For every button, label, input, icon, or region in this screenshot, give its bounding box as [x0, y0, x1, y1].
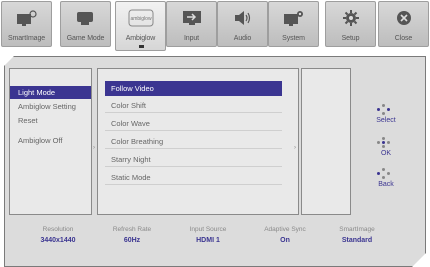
- status-bar: Resolution 3440x1440 Refresh Rate 60Hz I…: [20, 226, 400, 250]
- menu-item-follow-video[interactable]: Follow Video: [105, 81, 282, 96]
- joystick-left-right-icon: [360, 104, 412, 116]
- status-adaptive-sync: Adaptive Sync On: [247, 226, 323, 244]
- menu-item-starry-night[interactable]: Starry Night: [105, 152, 282, 167]
- tab-label: Close: [394, 35, 413, 42]
- tab-label: System: [282, 35, 305, 42]
- tab-system[interactable]: System: [268, 1, 319, 47]
- menu-item-color-wave[interactable]: Color Wave: [105, 116, 282, 131]
- control-hint-select: Select: [360, 104, 412, 124]
- ambiglow-icon: ambiglow: [116, 8, 165, 28]
- tab-audio[interactable]: Audio: [217, 1, 268, 47]
- smartimage-icon: [2, 8, 51, 28]
- menu-level2: Follow Video Color Shift Color Wave Colo…: [97, 68, 299, 215]
- menu-level1: Light Mode Ambiglow Setting Reset Ambigl…: [9, 68, 95, 215]
- tab-label: Input: [183, 35, 200, 42]
- status-smartimage: SmartImage Standard: [319, 226, 395, 244]
- status-key: Adaptive Sync: [264, 226, 306, 233]
- menu-item-color-shift[interactable]: Color Shift: [105, 98, 282, 113]
- tab-label: Setup: [341, 35, 360, 42]
- gamepad-icon: [61, 8, 110, 28]
- status-value: On: [280, 237, 290, 244]
- status-key: Input Source: [189, 226, 227, 233]
- status-key: SmartImage: [339, 226, 375, 233]
- menu-item-ambiglow-setting[interactable]: Ambiglow Setting: [10, 100, 91, 113]
- joystick-press-icon: [360, 137, 412, 149]
- menu-item-light-mode[interactable]: Light Mode: [10, 86, 91, 99]
- chevron-right-icon: ›: [294, 145, 296, 151]
- tab-label: Audio: [233, 35, 252, 42]
- tab-input[interactable]: Input: [166, 1, 217, 47]
- input-icon: [167, 8, 216, 28]
- tab-label: Game Mode: [66, 35, 105, 42]
- control-hint-ok: OK: [360, 137, 412, 157]
- tab-setup[interactable]: Setup: [325, 1, 376, 47]
- control-hint-back: Back: [360, 168, 412, 188]
- status-value: 60Hz: [123, 237, 141, 244]
- status-key: Refresh Rate: [112, 226, 152, 233]
- control-hint-label: Back: [378, 181, 394, 188]
- status-input-source: Input Source HDMI 1: [170, 226, 246, 244]
- chevron-right-icon: ›: [93, 145, 95, 151]
- status-value: 3440x1440: [40, 237, 76, 244]
- tab-ambiglow[interactable]: ambiglow Ambiglow: [115, 1, 166, 51]
- osd-tab-bar: SmartImage Game Mode ambiglow Ambiglow I…: [0, 0, 430, 52]
- menu-level3: [301, 68, 351, 215]
- status-value: Standard: [341, 237, 373, 244]
- speaker-icon: [218, 8, 267, 28]
- active-tab-indicator: [139, 45, 144, 48]
- menu-item-static-mode[interactable]: Static Mode: [105, 170, 282, 185]
- status-value: HDMI 1: [196, 237, 220, 244]
- menu-item-reset[interactable]: Reset: [10, 114, 91, 127]
- menu-item-color-breathing[interactable]: Color Breathing: [105, 134, 282, 149]
- system-icon: [269, 8, 318, 28]
- joystick-left-icon: [360, 168, 412, 180]
- status-resolution: Resolution 3440x1440: [20, 226, 96, 244]
- tab-close[interactable]: Close: [378, 1, 429, 47]
- menu-item-ambiglow-off[interactable]: Ambiglow Off: [10, 134, 91, 147]
- gear-icon: [326, 8, 375, 28]
- control-hint-label: OK: [380, 150, 392, 157]
- control-hint-label: Select: [376, 117, 396, 124]
- tab-label: SmartImage: [7, 35, 46, 42]
- status-refresh-rate: Refresh Rate 60Hz: [94, 226, 170, 244]
- ambiglow-icon-text: ambiglow: [130, 16, 152, 22]
- tab-label: Ambiglow: [125, 35, 156, 42]
- close-icon: [379, 8, 428, 28]
- tab-game-mode[interactable]: Game Mode: [60, 1, 111, 47]
- status-key: Resolution: [42, 226, 74, 233]
- tab-smartimage[interactable]: SmartImage: [1, 1, 52, 47]
